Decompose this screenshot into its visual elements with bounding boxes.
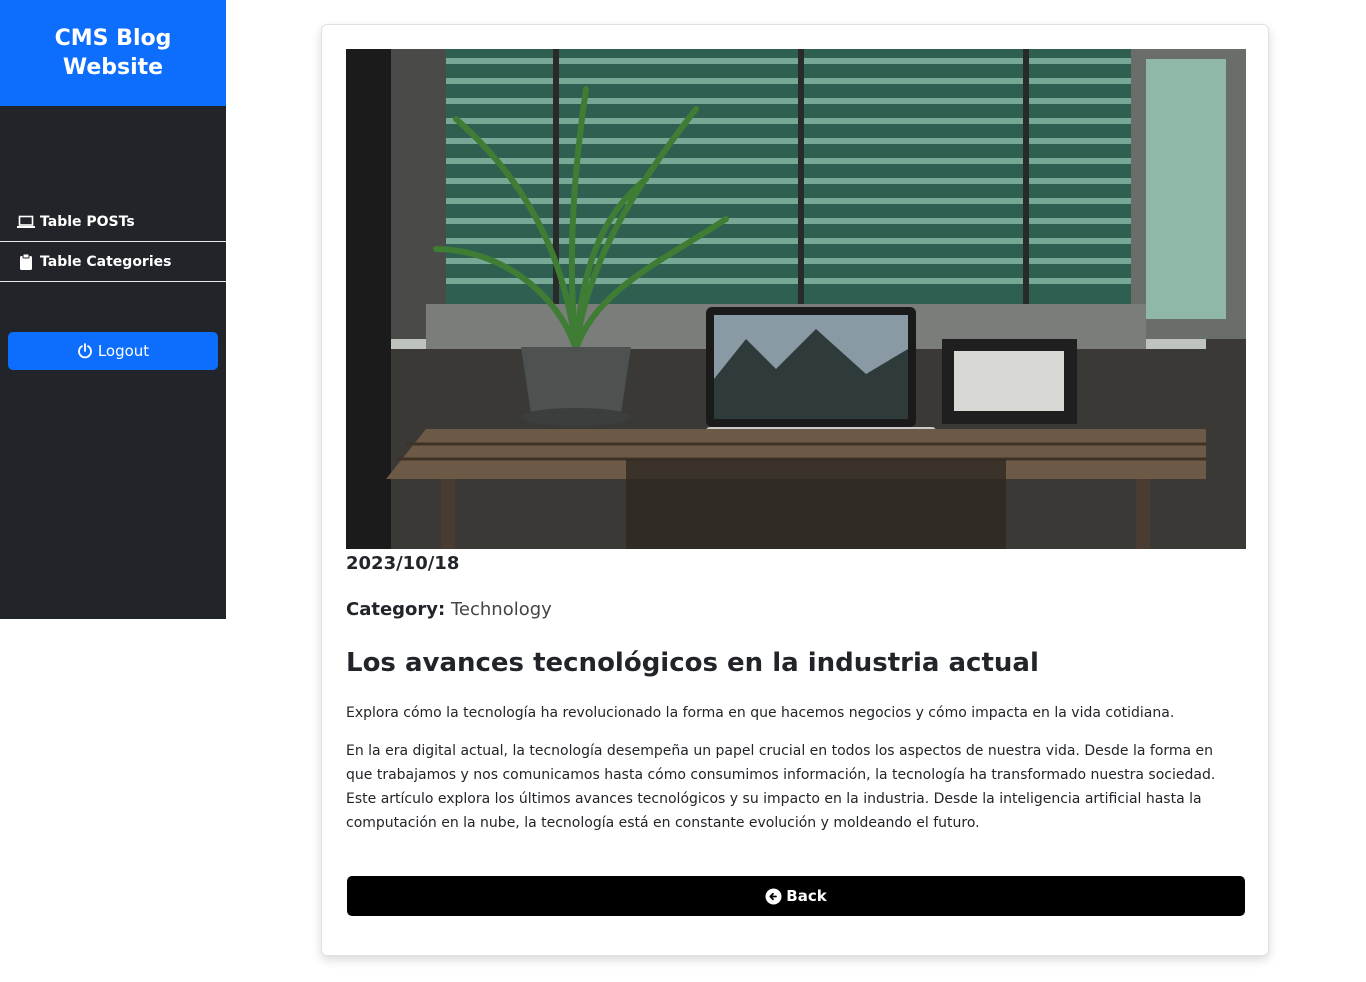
sidebar-item-label: Table POSTs: [40, 213, 135, 230]
sidebar: CMS Blog Website Table POSTs Table Categ…: [0, 0, 226, 619]
sidebar-item-table-posts[interactable]: Table POSTs: [0, 202, 226, 242]
power-icon: [77, 343, 93, 359]
post-category: Category: Technology: [346, 599, 552, 620]
brand-header[interactable]: CMS Blog Website: [0, 0, 226, 106]
sidebar-item-table-categories[interactable]: Table Categories: [0, 242, 226, 282]
sidebar-nav: Table POSTs Table Categories: [0, 202, 226, 282]
brand-title[interactable]: CMS Blog Website: [38, 24, 188, 82]
sidebar-item-label: Table Categories: [40, 253, 172, 270]
logout-label: Logout: [97, 342, 150, 360]
category-value: Technology: [450, 599, 552, 620]
back-label: Back: [786, 887, 827, 905]
laptop-icon: [16, 212, 36, 232]
post-card: 2023/10/18 Category: Technology Los avan…: [321, 24, 1269, 956]
post-title: Los avances tecnológicos en la industria…: [346, 648, 1039, 678]
arrow-circle-left-icon: [765, 888, 782, 905]
back-button[interactable]: Back: [347, 876, 1245, 916]
post-image: [346, 49, 1246, 549]
post-summary: Explora cómo la tecnología ha revolucion…: [346, 705, 1175, 721]
logout-button[interactable]: Logout: [8, 332, 218, 370]
category-label: Category:: [346, 599, 446, 620]
post-content: En la era digital actual, la tecnología …: [346, 743, 1216, 831]
post-date: 2023/10/18: [346, 553, 460, 574]
clipboard-icon: [16, 252, 36, 272]
